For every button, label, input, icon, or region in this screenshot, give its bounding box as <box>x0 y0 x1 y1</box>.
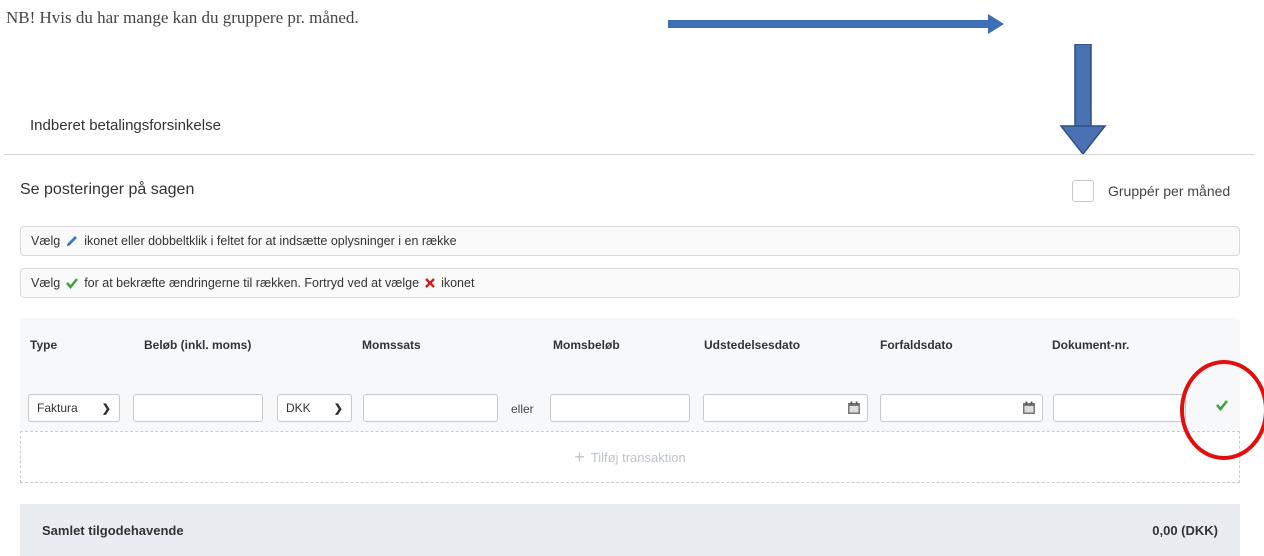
arrow-down-icon <box>1059 44 1107 156</box>
vat-amount-input[interactable] <box>550 394 690 422</box>
info-edit-hint: Vælg ikonet eller dobbeltklik i feltet f… <box>20 226 1240 256</box>
cross-icon <box>425 278 435 288</box>
add-transaction-button[interactable]: + Tilføj transaktion <box>20 431 1240 483</box>
total-bar: Samlet tilgodehavende 0,00 (DKK) <box>20 504 1240 556</box>
group-by-month-label: Gruppér per måned <box>1108 183 1231 199</box>
highlight-circle <box>1180 360 1264 460</box>
note-text: NB! Hvis du har mange kan du gruppere pr… <box>6 8 359 27</box>
info-confirm-post: ikonet <box>441 276 475 290</box>
panel-title: Indberet betalingsforsinkelse <box>30 117 221 134</box>
header-amount: Beløb (inkl. moms) <box>144 338 252 352</box>
chevron-down-icon: ❯ <box>101 402 111 415</box>
vat-rate-input[interactable] <box>363 394 498 422</box>
document-no-input[interactable] <box>1053 394 1186 422</box>
section-title: Se posteringer på sagen <box>20 181 195 198</box>
add-transaction-label: Tilføj transaktion <box>590 449 686 465</box>
header-vat-rate: Momssats <box>362 338 421 352</box>
type-select[interactable]: Faktura ❯ <box>28 394 120 422</box>
due-date-input[interactable] <box>880 394 1043 422</box>
calendar-icon[interactable] <box>847 401 861 415</box>
info-edit-post: ikonet eller dobbeltklik i feltet for at… <box>84 234 457 248</box>
info-edit-pre: Vælg <box>31 234 61 248</box>
or-label: eller <box>511 402 534 416</box>
check-icon <box>66 278 79 289</box>
total-label: Samlet tilgodehavende <box>42 522 184 538</box>
currency-select[interactable]: DKK ❯ <box>277 394 352 422</box>
issue-date-input[interactable] <box>703 394 868 422</box>
info-confirm-pre: Vælg <box>31 276 61 290</box>
plus-icon: + <box>574 446 585 467</box>
header-due-date: Forfaldsdato <box>880 338 953 352</box>
header-vat-amount: Momsbeløb <box>553 338 620 352</box>
info-confirm-mid: for at bekræfte ændringerne til rækken. … <box>84 276 420 290</box>
header-type: Type <box>30 338 58 352</box>
arrow-right-icon <box>668 14 1004 34</box>
header-issue-date: Udstedelsesdato <box>704 338 801 352</box>
pencil-icon <box>67 236 78 246</box>
group-by-month-checkbox[interactable] <box>1072 180 1094 202</box>
total-value: 0,00 (DKK) <box>1152 522 1218 538</box>
header-document-no: Dokument-nr. <box>1052 338 1130 352</box>
chevron-down-icon: ❯ <box>333 402 343 415</box>
divider <box>4 154 1254 155</box>
info-confirm-hint: Vælg for at bekræfte ændringerne til ræk… <box>20 268 1240 298</box>
type-select-value: Faktura <box>37 401 78 415</box>
calendar-icon[interactable] <box>1022 401 1036 415</box>
amount-input[interactable] <box>133 394 263 422</box>
currency-select-value: DKK <box>286 401 311 415</box>
